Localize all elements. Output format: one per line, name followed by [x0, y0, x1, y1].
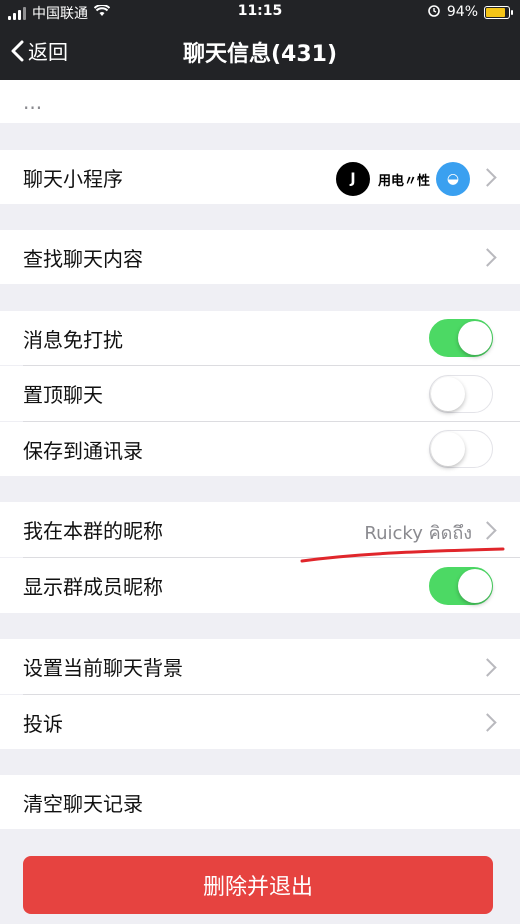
battery-percent: 94%	[446, 4, 478, 20]
pin-chat-label: 置顶聊天	[23, 383, 103, 407]
chevron-right-icon	[478, 713, 497, 732]
partial-row-text: ...	[23, 89, 43, 114]
mute-row: 消息免打扰	[0, 311, 520, 365]
status-right: 94%	[427, 3, 513, 21]
mini-programs-row[interactable]: 聊天小程序 J 用电〃性 ◒	[0, 150, 520, 204]
show-member-names-toggle[interactable]	[429, 566, 493, 605]
chevron-right-icon	[478, 657, 497, 677]
chat-background-label: 设置当前聊天背景	[23, 656, 183, 680]
pin-chat-toggle[interactable]	[429, 374, 493, 413]
delete-and-exit-button[interactable]: 删除并退出	[23, 856, 493, 914]
save-contacts-row: 保存到通讯录	[0, 422, 520, 476]
mini-app-j-icon: J	[333, 160, 372, 198]
group-nickname-label: 我在本群的昵称	[23, 519, 163, 543]
search-chat-row[interactable]: 查找聊天内容	[0, 230, 520, 284]
mini-app-blue-icon: ◒	[436, 162, 470, 196]
save-contacts-label: 保存到通讯录	[23, 438, 143, 463]
mute-toggle[interactable]	[429, 319, 493, 357]
save-contacts-toggle[interactable]	[429, 430, 493, 468]
mini-app-icons: J 用电〃性 ◒	[333, 160, 470, 198]
pin-chat-row: 置顶聊天	[0, 366, 520, 421]
mute-label: 消息免打扰	[23, 327, 123, 352]
group-nickname-value: Ruicky คิดถึง	[364, 522, 472, 544]
search-chat-label: 查找聊天内容	[23, 246, 143, 271]
chevron-right-icon	[478, 520, 497, 540]
partial-row: ...	[0, 80, 520, 123]
mini-programs-label: 聊天小程序	[23, 166, 123, 191]
mini-app-text-icon: 用电〃性	[375, 162, 432, 196]
chat-background-row[interactable]: 设置当前聊天背景	[0, 639, 520, 694]
chevron-right-icon	[478, 168, 497, 187]
nav-bar: 返回 聊天信息(431)	[0, 24, 520, 80]
complain-label: 投诉	[23, 711, 63, 736]
battery-icon	[484, 5, 513, 19]
clear-history-label: 清空聊天记录	[23, 791, 143, 816]
complain-row[interactable]: 投诉	[0, 695, 520, 749]
alarm-icon	[427, 3, 441, 21]
page-title: 聊天信息(431)	[182, 42, 338, 67]
clear-history-row[interactable]: 清空聊天记录	[0, 775, 520, 829]
show-member-names-label: 显示群成员昵称	[23, 575, 163, 599]
chevron-right-icon	[478, 248, 497, 267]
status-bar: 中国联通 11:15 94%	[0, 0, 520, 24]
show-member-names-row: 显示群成员昵称	[0, 558, 520, 613]
group-nickname-row[interactable]: 我在本群的昵称 Ruicky คิดถึง	[0, 502, 520, 557]
